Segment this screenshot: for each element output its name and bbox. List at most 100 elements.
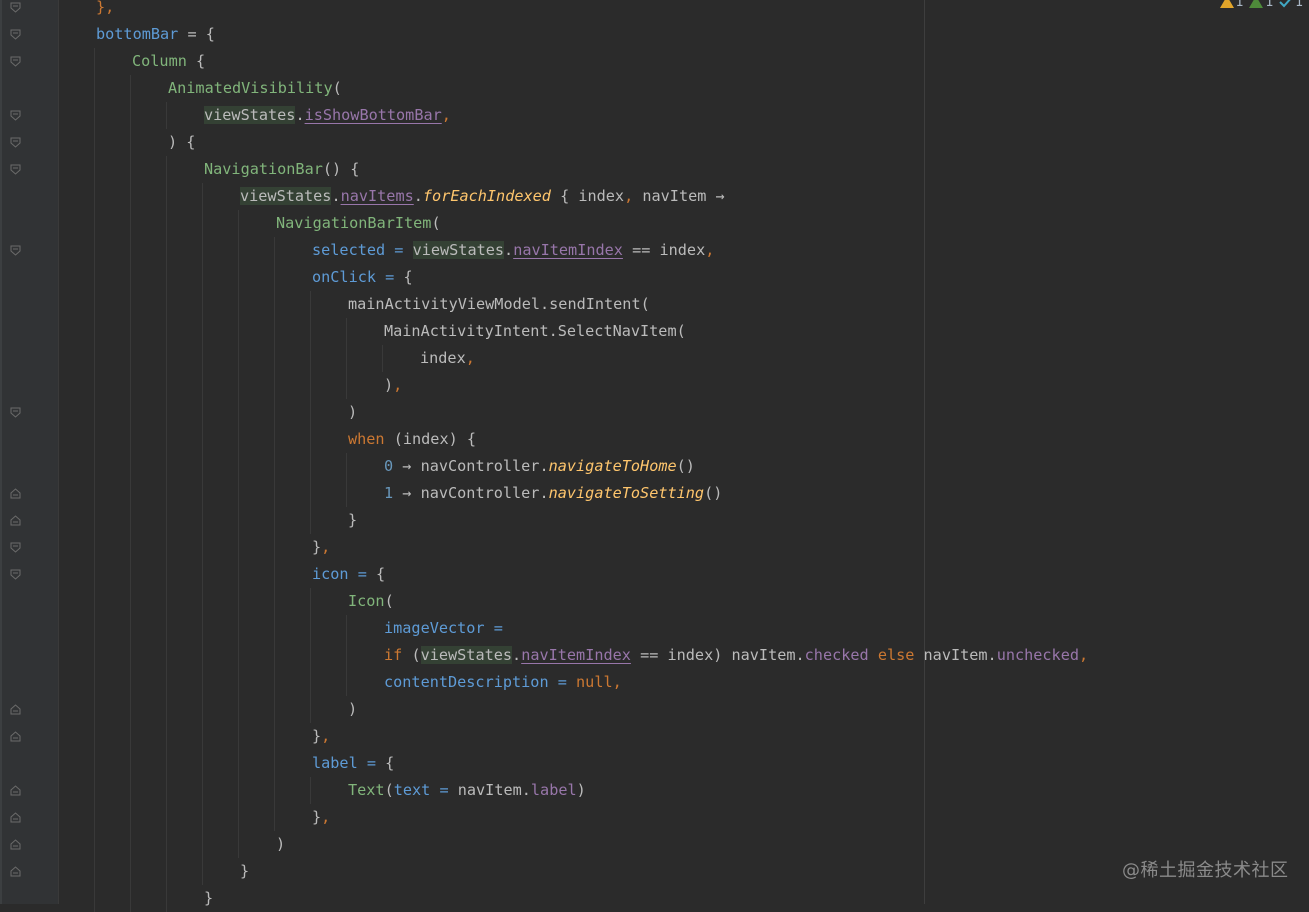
code-token: text — [393, 781, 431, 799]
code-line[interactable]: onClick = { — [312, 264, 413, 291]
code-line[interactable]: AnimatedVisibility( — [168, 75, 342, 102]
code-token: () { — [322, 160, 360, 178]
code-token: label — [530, 781, 577, 799]
code-token: } — [312, 727, 322, 745]
code-line[interactable]: contentDescription = null, — [384, 669, 622, 696]
code-line[interactable]: 1 → navController.navigateToSetting() — [384, 480, 722, 507]
code-line[interactable]: NavigationBar() { — [204, 156, 359, 183]
code-token: ) — [576, 781, 586, 799]
code-line[interactable]: icon = { — [312, 561, 385, 588]
code-line[interactable]: ) — [348, 696, 357, 723]
warnings-count: 1 — [1235, 0, 1244, 10]
code-token: , — [393, 376, 403, 394]
warnings-indicator[interactable]: 1 — [1219, 0, 1244, 10]
warning-icon — [1219, 0, 1234, 8]
code-line[interactable]: } — [204, 885, 213, 912]
watermark: @稀土掘金技术社区 — [1122, 860, 1289, 881]
code-token: viewStates — [204, 106, 296, 124]
code-token: label — [312, 754, 358, 772]
code-line[interactable]: selected = viewStates.navItemIndex == in… — [312, 237, 714, 264]
code-token: = — [484, 619, 503, 637]
code-token: = { — [178, 25, 215, 43]
code-line[interactable]: }, — [96, 0, 114, 21]
inspection-widget[interactable]: 1 1 1 — [1219, 0, 1303, 10]
code-line[interactable]: when (index) { — [348, 426, 476, 453]
code-token: ) — [384, 376, 394, 394]
code-token: = — [548, 673, 577, 691]
code-token: = — [376, 268, 404, 286]
code-token: . — [512, 646, 522, 664]
code-token: . — [331, 187, 341, 205]
code-token: when — [348, 430, 385, 448]
code-token: ( — [402, 646, 421, 664]
code-line[interactable]: viewStates.navItems.forEachIndexed { ind… — [240, 183, 725, 210]
code-line[interactable]: NavigationBarItem( — [276, 210, 441, 237]
code-token: onClick — [312, 268, 377, 286]
code-token: ( — [384, 592, 394, 610]
code-token: , — [321, 727, 331, 745]
code-token: index — [420, 349, 466, 367]
code-token: navItem. — [914, 646, 997, 664]
code-line[interactable]: ) — [276, 831, 285, 858]
code-line[interactable]: MainActivityIntent.SelectNavItem( — [384, 318, 686, 345]
code-token: == index — [622, 241, 706, 259]
weak-warnings-indicator[interactable]: 1 — [1249, 0, 1273, 10]
code-token: } — [240, 862, 250, 880]
code-token: unchecked — [996, 646, 1079, 664]
code-token: navItemIndex — [521, 646, 631, 664]
code-token: navItem. — [457, 781, 531, 799]
code-token: } — [204, 889, 214, 907]
code-token: if — [384, 646, 403, 664]
code-editor[interactable]: }, bottomBar = {Column {AnimatedVisibilit… — [0, 0, 1309, 907]
code-line[interactable]: imageVector = — [384, 615, 503, 642]
code-token: navItemIndex — [513, 241, 623, 259]
code-token: selected — [312, 241, 386, 259]
code-token: viewStates — [412, 241, 505, 259]
code-token: contentDescription — [384, 673, 549, 691]
code-line[interactable]: mainActivityViewModel.sendIntent( — [348, 291, 650, 318]
code-token: NavigationBar — [204, 160, 323, 178]
code-token: . — [504, 241, 514, 259]
code-line[interactable]: }, — [312, 534, 330, 561]
code-token: forEachIndexed — [422, 187, 551, 205]
code-line[interactable]: if (viewStates.navItemIndex == index) na… — [384, 642, 1088, 669]
weak-warnings-count: 1 — [1265, 0, 1274, 10]
code-line[interactable]: Icon( — [348, 588, 394, 615]
code-token: navigateToSetting — [548, 484, 705, 502]
code-token: } — [348, 511, 358, 529]
code-line[interactable]: }, — [312, 723, 330, 750]
code-line[interactable]: Text(text = navItem.label) — [348, 777, 586, 804]
code-line[interactable]: label = { — [312, 750, 394, 777]
code-token: () — [676, 457, 695, 475]
code-line[interactable]: ), — [384, 372, 402, 399]
code-token: () — [704, 484, 723, 502]
code-line[interactable]: ) — [348, 399, 357, 426]
code-token: = — [430, 781, 458, 799]
typos-indicator[interactable]: 1 — [1279, 0, 1303, 10]
code-token: ( — [431, 214, 441, 232]
code-token: navItem → — [633, 187, 725, 205]
code-line[interactable]: viewStates.isShowBottomBar, — [204, 102, 451, 129]
code-token: = — [348, 565, 377, 583]
code-token: , — [321, 538, 331, 556]
typos-count: 1 — [1295, 0, 1303, 10]
code-token: Text — [348, 781, 385, 799]
code-token: NavigationBarItem — [276, 214, 432, 232]
code-token: , — [465, 349, 475, 367]
code-token: { index — [550, 187, 625, 205]
code-line[interactable]: } — [240, 858, 249, 885]
code-line[interactable]: 0 → navController.navigateToHome() — [384, 453, 695, 480]
code-token: else — [868, 646, 915, 664]
code-line[interactable]: } — [348, 507, 357, 534]
code-token: null — [576, 673, 613, 691]
code-token: . — [413, 187, 423, 205]
code-line[interactable]: ) { — [168, 129, 195, 156]
typo-check-icon — [1279, 0, 1291, 8]
code-line[interactable]: }, — [312, 804, 330, 831]
code-line[interactable]: Column { — [132, 48, 205, 75]
code-line[interactable]: index, — [420, 345, 475, 372]
code-token: checked — [804, 646, 869, 664]
code-token: , — [321, 808, 331, 826]
code-token: , — [612, 673, 622, 691]
code-line[interactable]: bottomBar = { — [96, 21, 215, 48]
